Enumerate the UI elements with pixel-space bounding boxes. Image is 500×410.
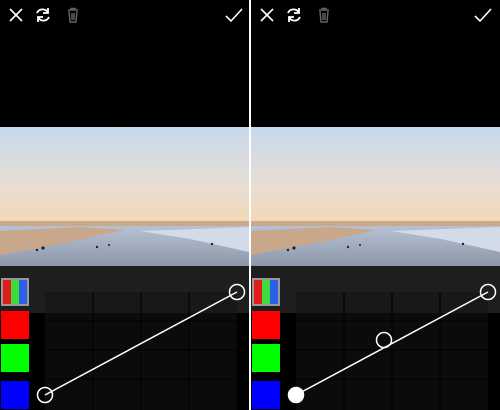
- editor-panel-right: [251, 0, 500, 410]
- blue-channel-button[interactable]: [252, 381, 280, 409]
- trash-icon[interactable]: [63, 5, 83, 25]
- editor-panel-left: [0, 0, 249, 410]
- curve-editor[interactable]: [0, 277, 249, 410]
- green-channel-button[interactable]: [252, 344, 280, 372]
- rotate-icon[interactable]: [284, 5, 304, 25]
- toolbar: [251, 0, 500, 30]
- curve-point[interactable]: [375, 331, 393, 349]
- red-channel-button[interactable]: [1, 311, 29, 339]
- rgb-channel-button[interactable]: [1, 278, 29, 306]
- green-channel-button[interactable]: [1, 344, 29, 372]
- toolbar: [0, 0, 249, 30]
- curve-canvas[interactable]: [251, 277, 500, 410]
- red-channel-button[interactable]: [252, 311, 280, 339]
- rotate-icon[interactable]: [33, 5, 53, 25]
- rgb-channel-button[interactable]: [252, 278, 280, 306]
- close-icon[interactable]: [257, 5, 277, 25]
- trash-icon[interactable]: [314, 5, 334, 25]
- checkmark-icon[interactable]: [473, 5, 493, 25]
- curve-point-active[interactable]: [287, 386, 305, 404]
- blue-channel-button[interactable]: [1, 381, 29, 409]
- curve-canvas[interactable]: [0, 277, 249, 410]
- close-icon[interactable]: [6, 5, 26, 25]
- curve-editor[interactable]: [251, 277, 500, 410]
- checkmark-icon[interactable]: [224, 5, 244, 25]
